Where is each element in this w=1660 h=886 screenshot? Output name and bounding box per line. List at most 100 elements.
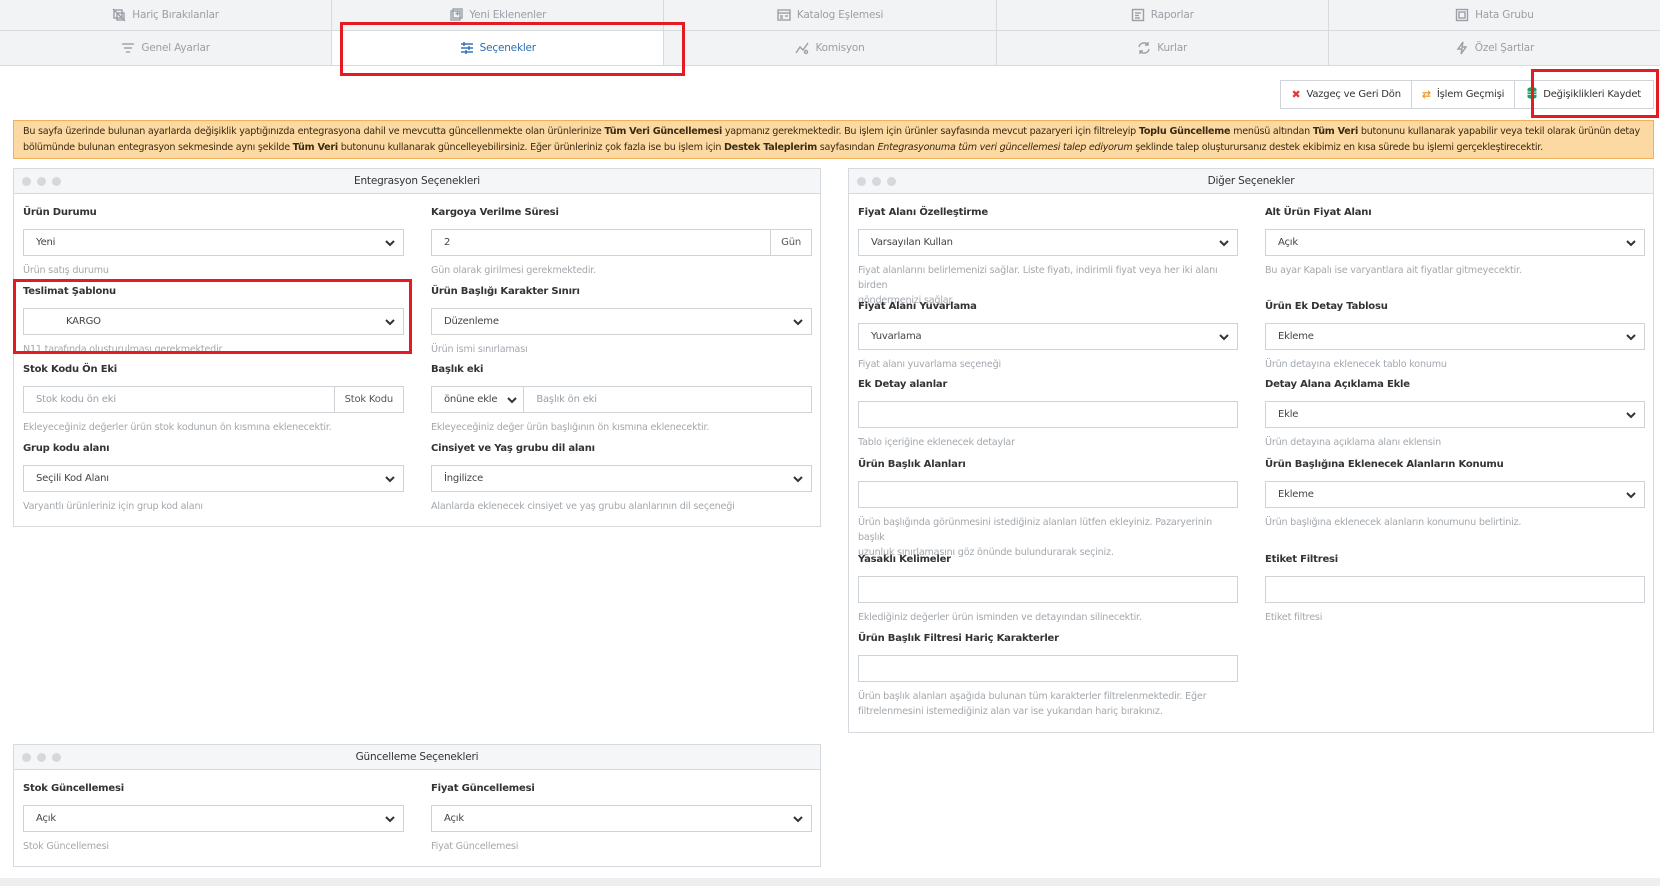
- extra-detail-table-select[interactable]: Ekleme: [1265, 323, 1645, 350]
- stock-code-addon: Stok Kodu: [333, 387, 403, 412]
- tab-options[interactable]: Seçenekler: [332, 31, 665, 65]
- footer-bar: [0, 878, 1660, 886]
- window-dots: [22, 753, 61, 762]
- action-bar: ✖ Vazgeç ve Geri Dön ⇄ İşlem Geçmişi Değ…: [1280, 80, 1654, 109]
- label: Başlık eki: [431, 364, 484, 375]
- swap-icon: ⇄: [1421, 88, 1431, 101]
- chevron-down-icon: [1626, 332, 1636, 342]
- exchange-icon: [1138, 42, 1150, 54]
- filter-lines-icon: [122, 43, 135, 53]
- field-detail-description: Detay Alana Açıklama Ekle Ekle Ürün deta…: [1265, 379, 1645, 450]
- tab-reports[interactable]: Raporlar: [997, 0, 1329, 30]
- save-button[interactable]: Değişiklikleri Kaydet: [1514, 80, 1654, 109]
- field-stock-update: Stok Güncellemesi Açık Stok Güncellemesi: [23, 783, 404, 854]
- help-text: Ürün detayına eklenecek tablo konumu: [1265, 359, 1447, 370]
- field-delivery-template: Teslimat Şablonu KARGO N11 tarafında olu…: [23, 286, 404, 357]
- title-position-select[interactable]: Ekleme: [1265, 481, 1645, 508]
- banned-words-input[interactable]: [858, 576, 1238, 603]
- history-button[interactable]: ⇄ İşlem Geçmişi: [1410, 80, 1516, 109]
- stock-prefix-input[interactable]: Stok kodu ön eki Stok Kodu: [23, 386, 404, 413]
- field-banned-words: Yasaklı Kelimeler Eklediğiniz değerler ü…: [858, 554, 1238, 625]
- price-rounding-select[interactable]: Yuvarlama: [858, 323, 1238, 350]
- field-extra-detail: Ek Detay alanlar Tablo içeriğine eklenec…: [858, 379, 1238, 450]
- sliders-icon: [460, 42, 473, 54]
- chevron-down-icon: [385, 474, 395, 484]
- field-sub-product-price: Alt Ürün Fiyat Alanı Açık Bu ayar Kapalı…: [1265, 207, 1645, 278]
- field-price-customize: Fiyat Alanı Özelleştirme Varsayılan Kull…: [858, 207, 1238, 308]
- tab-commission[interactable]: Komisyon: [664, 31, 997, 65]
- shipping-time-input[interactable]: 2 Gün: [431, 229, 812, 256]
- tab-catalog[interactable]: Katalog Eşlemesi: [664, 0, 997, 30]
- label: Ürün Başlık Filtresi Hariç Karakterler: [858, 633, 1059, 644]
- label: Alt Ürün Fiyat Alanı: [1265, 207, 1372, 218]
- group-code-select[interactable]: Seçili Kod Alanı: [23, 465, 404, 492]
- report-icon: [1131, 8, 1144, 22]
- chart-icon: [795, 42, 810, 55]
- help-text: Fiyat Güncellemesi: [431, 841, 519, 852]
- tab-general-settings[interactable]: Genel Ayarlar: [0, 31, 333, 65]
- chevron-down-icon: [1219, 238, 1229, 248]
- cancel-label: Vazgeç ve Geri Dön: [1306, 89, 1401, 100]
- cancel-button[interactable]: ✖ Vazgeç ve Geri Dön: [1280, 80, 1412, 109]
- panel-header: Güncelleme Seçenekleri: [14, 745, 820, 770]
- chevron-down-icon: [1626, 490, 1636, 500]
- tab-label: Seçenekler: [479, 42, 536, 54]
- product-status-select[interactable]: Yeni: [23, 229, 404, 256]
- exclude-icon: [112, 8, 126, 22]
- save-label: Değişiklikleri Kaydet: [1543, 89, 1641, 100]
- panel-title: Diğer Seçenekler: [1207, 175, 1295, 187]
- help-text: Etiket filtresi: [1265, 612, 1323, 623]
- help-text: Ürün satış durumu: [23, 265, 109, 276]
- detail-description-select[interactable]: Ekle: [1265, 401, 1645, 428]
- chevron-down-icon: [385, 317, 395, 327]
- tab-special-terms[interactable]: Özel Şartlar: [1329, 31, 1660, 65]
- tab-label: Raporlar: [1150, 9, 1194, 21]
- tabs-row-2: Genel Ayarlar Seçenekler Komisyon Kurlar…: [0, 31, 1660, 66]
- title-fields-input[interactable]: [858, 481, 1238, 508]
- integration-options-panel: Entegrasyon Seçenekleri Ürün Durumu Yeni…: [13, 168, 821, 527]
- panel-title: Güncelleme Seçenekleri: [355, 751, 479, 763]
- panel-title: Entegrasyon Seçenekleri: [354, 175, 480, 187]
- label: Stok Kodu Ön Eki: [23, 364, 117, 375]
- sub-product-price-select[interactable]: Açık: [1265, 229, 1645, 256]
- error-group-icon: [1455, 8, 1469, 22]
- tab-rates[interactable]: Kurlar: [997, 31, 1329, 65]
- label: Ürün Durumu: [23, 207, 97, 218]
- tab-new-items[interactable]: Yeni Eklenenler: [332, 0, 665, 30]
- label: Kargoya Verilme Süresi: [431, 207, 559, 218]
- history-label: İşlem Geçmişi: [1436, 89, 1505, 100]
- help-text: Gün olarak girilmesi gerekmektedir.: [431, 265, 596, 276]
- delivery-template-select[interactable]: KARGO: [23, 308, 404, 335]
- tabs-row-1: Hariç Bırakılanlar Yeni Eklenenler Katal…: [0, 0, 1660, 31]
- label: Fiyat Alanı Yuvarlama: [858, 301, 977, 312]
- field-extra-detail-table: Ürün Ek Detay Tablosu Ekleme Ürün detayı…: [1265, 301, 1645, 372]
- price-update-select[interactable]: Açık: [431, 805, 812, 832]
- title-position-select[interactable]: önüne ekle: [432, 387, 525, 412]
- tab-label: Komisyon: [815, 42, 865, 54]
- chevron-down-icon: [1626, 410, 1636, 420]
- title-char-limit-select[interactable]: Düzenleme: [431, 308, 812, 335]
- label: Teslimat Şablonu: [23, 286, 116, 297]
- title-prefix-input[interactable]: Başlık ön eki: [524, 394, 811, 405]
- help-text: Fiyat alanı yuvarlama seçeneği: [858, 359, 1001, 370]
- extra-detail-input[interactable]: [858, 401, 1238, 428]
- help-text: Varyantlı ürünleriniz için grup kod alan…: [23, 501, 203, 512]
- tab-label: Katalog Eşlemesi: [796, 9, 884, 21]
- tab-label: Kurlar: [1157, 42, 1188, 54]
- tab-error-group[interactable]: Hata Grubu: [1329, 0, 1660, 30]
- gender-language-select[interactable]: İngilizce: [431, 465, 812, 492]
- tag-filter-input[interactable]: [1265, 576, 1645, 603]
- stock-update-select[interactable]: Açık: [23, 805, 404, 832]
- chevron-down-icon: [793, 474, 803, 484]
- chevron-down-icon: [1219, 332, 1229, 342]
- excluded-characters-input[interactable]: [858, 655, 1238, 682]
- panel-header: Entegrasyon Seçenekleri: [14, 169, 820, 194]
- label: Fiyat Güncellemesi: [431, 783, 535, 794]
- bolt-icon: [1456, 41, 1468, 55]
- label: Detay Alana Açıklama Ekle: [1265, 379, 1410, 390]
- label: Fiyat Alanı Özelleştirme: [858, 207, 988, 218]
- tab-excluded[interactable]: Hariç Bırakılanlar: [0, 0, 333, 30]
- close-icon: ✖: [1291, 88, 1301, 101]
- price-customize-select[interactable]: Varsayılan Kullan: [858, 229, 1238, 256]
- help-text: Ürün başlık alanları aşağıda bulunan tüm…: [858, 691, 1207, 717]
